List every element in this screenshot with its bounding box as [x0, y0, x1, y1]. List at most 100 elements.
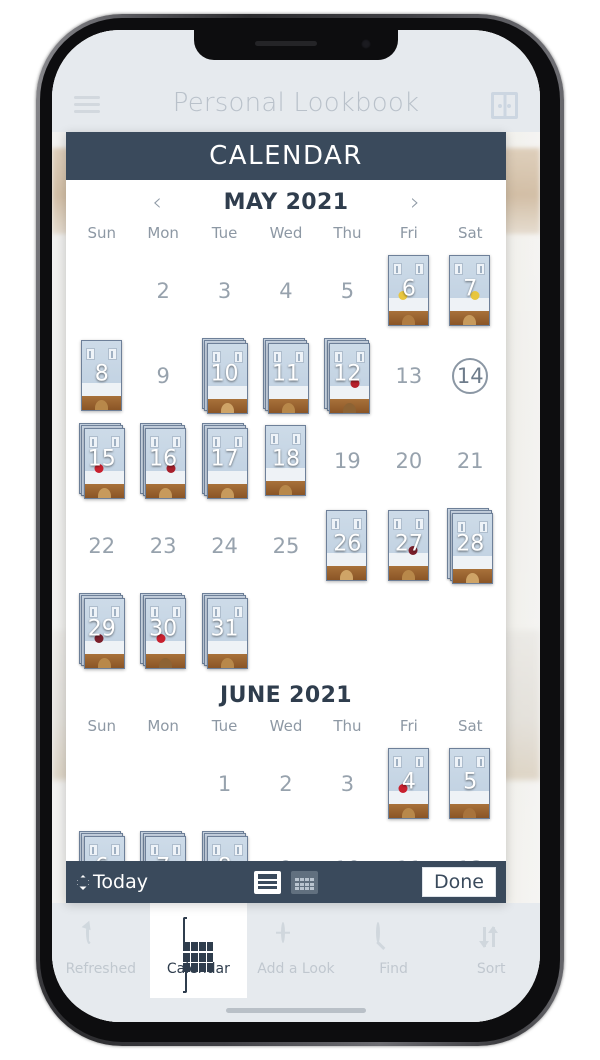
day-cell[interactable]: 12 — [317, 333, 378, 418]
view-toggle-group — [254, 870, 318, 894]
day-number: 1 — [217, 771, 232, 796]
weekday-label: Fri — [399, 224, 418, 242]
look-thumbnail[interactable]: 17 — [201, 422, 248, 499]
day-cell[interactable]: 8 — [194, 826, 255, 861]
day-cell[interactable]: 16 — [132, 418, 193, 503]
day-cell[interactable]: 1 — [194, 741, 255, 826]
day-cell[interactable]: 19 — [317, 418, 378, 503]
day-cell[interactable]: 8 — [71, 333, 132, 418]
day-cell[interactable]: 29 — [71, 588, 132, 673]
look-thumbnail[interactable]: 11 — [262, 337, 309, 414]
day-cell[interactable]: 4 — [255, 248, 316, 333]
look-thumbnail[interactable]: 7 — [447, 253, 493, 329]
prev-month-button[interactable]: ‹ — [144, 188, 170, 216]
day-cell[interactable]: 11 — [255, 333, 316, 418]
look-thumbnail[interactable]: 27 — [386, 508, 432, 584]
look-accessory — [166, 464, 176, 474]
day-cell[interactable]: 23 — [132, 503, 193, 588]
look-thumbnail[interactable]: 8 — [79, 338, 125, 414]
day-cell[interactable]: 20 — [378, 418, 439, 503]
tab-sort[interactable]: Sort — [442, 903, 540, 998]
day-cell[interactable]: 9 — [255, 826, 316, 862]
tab-calendar[interactable]: Calendar — [149, 903, 248, 998]
calendar-modal: CALENDAR ‹ › MAY 2021 Sun Mon Tue Wed Thu Fri Sat… — [66, 132, 506, 903]
day-cell[interactable]: 3 — [194, 248, 255, 333]
tab-label: Add a Look — [257, 961, 335, 977]
tab-refreshed[interactable]: Refreshed — [52, 903, 150, 998]
modal-title: CALENDAR — [66, 132, 506, 180]
look-photo — [83, 427, 125, 499]
week-row: 8 9 10 11 12 13 14 — [71, 333, 501, 418]
day-cell[interactable]: 2 — [255, 741, 316, 826]
day-cell[interactable]: 10 — [194, 333, 255, 418]
day-cell[interactable]: 5 — [317, 248, 378, 333]
closet-icon[interactable] — [491, 92, 518, 119]
day-number: 4 — [279, 278, 293, 303]
look-thumbnail[interactable]: 26 — [324, 508, 370, 584]
day-cell[interactable]: 9 — [132, 333, 193, 418]
day-cell[interactable]: 21 — [440, 418, 501, 503]
day-cell-empty — [71, 248, 132, 333]
day-cell[interactable]: 11 — [378, 826, 439, 862]
day-cell[interactable]: 7 — [440, 248, 501, 333]
look-thumbnail[interactable]: 28 — [447, 507, 494, 584]
look-thumbnail[interactable]: 6 — [78, 830, 125, 861]
look-photo — [145, 427, 187, 499]
next-month-button[interactable]: › — [402, 188, 428, 216]
day-cell[interactable]: 10 — [317, 826, 378, 862]
day-cell[interactable]: 28 — [440, 503, 501, 588]
day-number: 2 — [279, 771, 293, 796]
weekday-label: Thu — [333, 224, 362, 242]
day-cell[interactable]: 2 — [132, 248, 193, 333]
day-cell[interactable]: 5 — [440, 741, 501, 826]
weekday-label: Wed — [269, 224, 303, 242]
day-cell[interactable]: 7 — [132, 826, 193, 861]
tab-find[interactable]: Find — [345, 903, 443, 998]
look-photo — [264, 424, 306, 496]
day-cell[interactable]: 31 — [194, 588, 255, 673]
grid-view-icon[interactable] — [291, 870, 318, 894]
look-photo — [329, 342, 371, 414]
day-cell[interactable]: 27 — [378, 503, 439, 588]
look-thumbnail[interactable]: 4 — [386, 746, 432, 822]
today-button[interactable]: Today — [76, 871, 148, 893]
day-cell[interactable]: 4 — [378, 741, 439, 826]
weekday-label: Fri — [399, 717, 418, 735]
day-cell[interactable]: 17 — [194, 418, 255, 503]
day-cell[interactable]: 12 — [440, 826, 501, 862]
day-cell[interactable]: 26 — [317, 503, 378, 588]
look-thumbnail[interactable]: 12 — [324, 337, 371, 414]
look-thumbnail[interactable]: 18 — [263, 423, 309, 499]
day-cell[interactable]: 14 — [440, 333, 501, 418]
day-cell[interactable]: 13 — [378, 333, 439, 418]
look-photo — [206, 835, 248, 861]
look-thumbnail[interactable]: 7 — [140, 830, 187, 861]
day-cell[interactable]: 6 — [378, 248, 439, 333]
week-row: 1 2 3 45 — [71, 741, 501, 826]
look-thumbnail[interactable]: 30 — [140, 592, 187, 669]
calendar-scroll-area[interactable]: ‹ › MAY 2021 Sun Mon Tue Wed Thu Fri Sat 2 3 4 5 6 7 8 9 1… — [66, 180, 506, 861]
list-view-icon[interactable] — [254, 870, 281, 894]
day-cell[interactable]: 15 — [71, 418, 132, 503]
day-cell[interactable]: 30 — [132, 588, 193, 673]
look-thumbnail[interactable]: 29 — [78, 592, 125, 669]
day-cell[interactable]: 3 — [317, 741, 378, 826]
look-photo — [267, 342, 309, 414]
day-cell[interactable]: 18 — [255, 418, 316, 503]
day-number: 25 — [272, 533, 300, 558]
look-thumbnail[interactable]: 31 — [201, 592, 248, 669]
look-thumbnail[interactable]: 5 — [447, 746, 493, 822]
look-thumbnail[interactable]: 6 — [386, 253, 432, 329]
day-cell[interactable]: 24 — [194, 503, 255, 588]
look-thumbnail[interactable]: 15 — [78, 422, 125, 499]
today-label: Today — [93, 871, 148, 893]
day-cell[interactable]: 22 — [71, 503, 132, 588]
done-button[interactable]: Done — [422, 867, 496, 897]
day-cell[interactable]: 6 — [71, 826, 132, 861]
tab-add-a-look[interactable]: Add a Look — [247, 903, 345, 998]
look-thumbnail[interactable]: 16 — [140, 422, 187, 499]
day-cell[interactable]: 25 — [255, 503, 316, 588]
weekday-label: Tue — [211, 224, 238, 242]
look-thumbnail[interactable]: 10 — [201, 337, 248, 414]
look-thumbnail[interactable]: 8 — [201, 830, 248, 861]
